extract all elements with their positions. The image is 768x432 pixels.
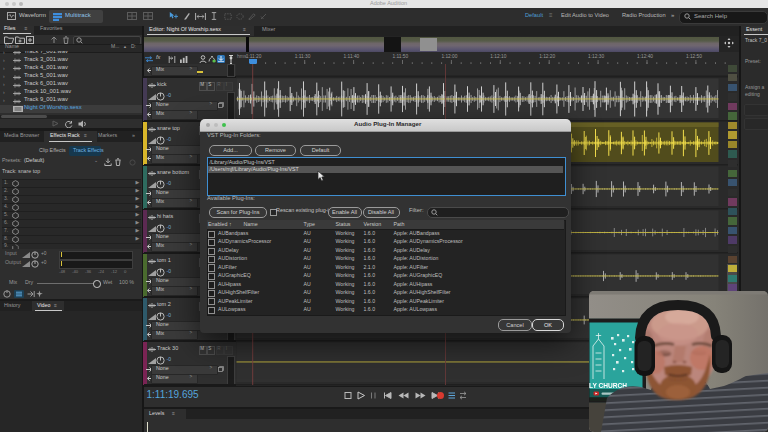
svg-text:LY CHURCH: LY CHURCH bbox=[589, 382, 627, 389]
